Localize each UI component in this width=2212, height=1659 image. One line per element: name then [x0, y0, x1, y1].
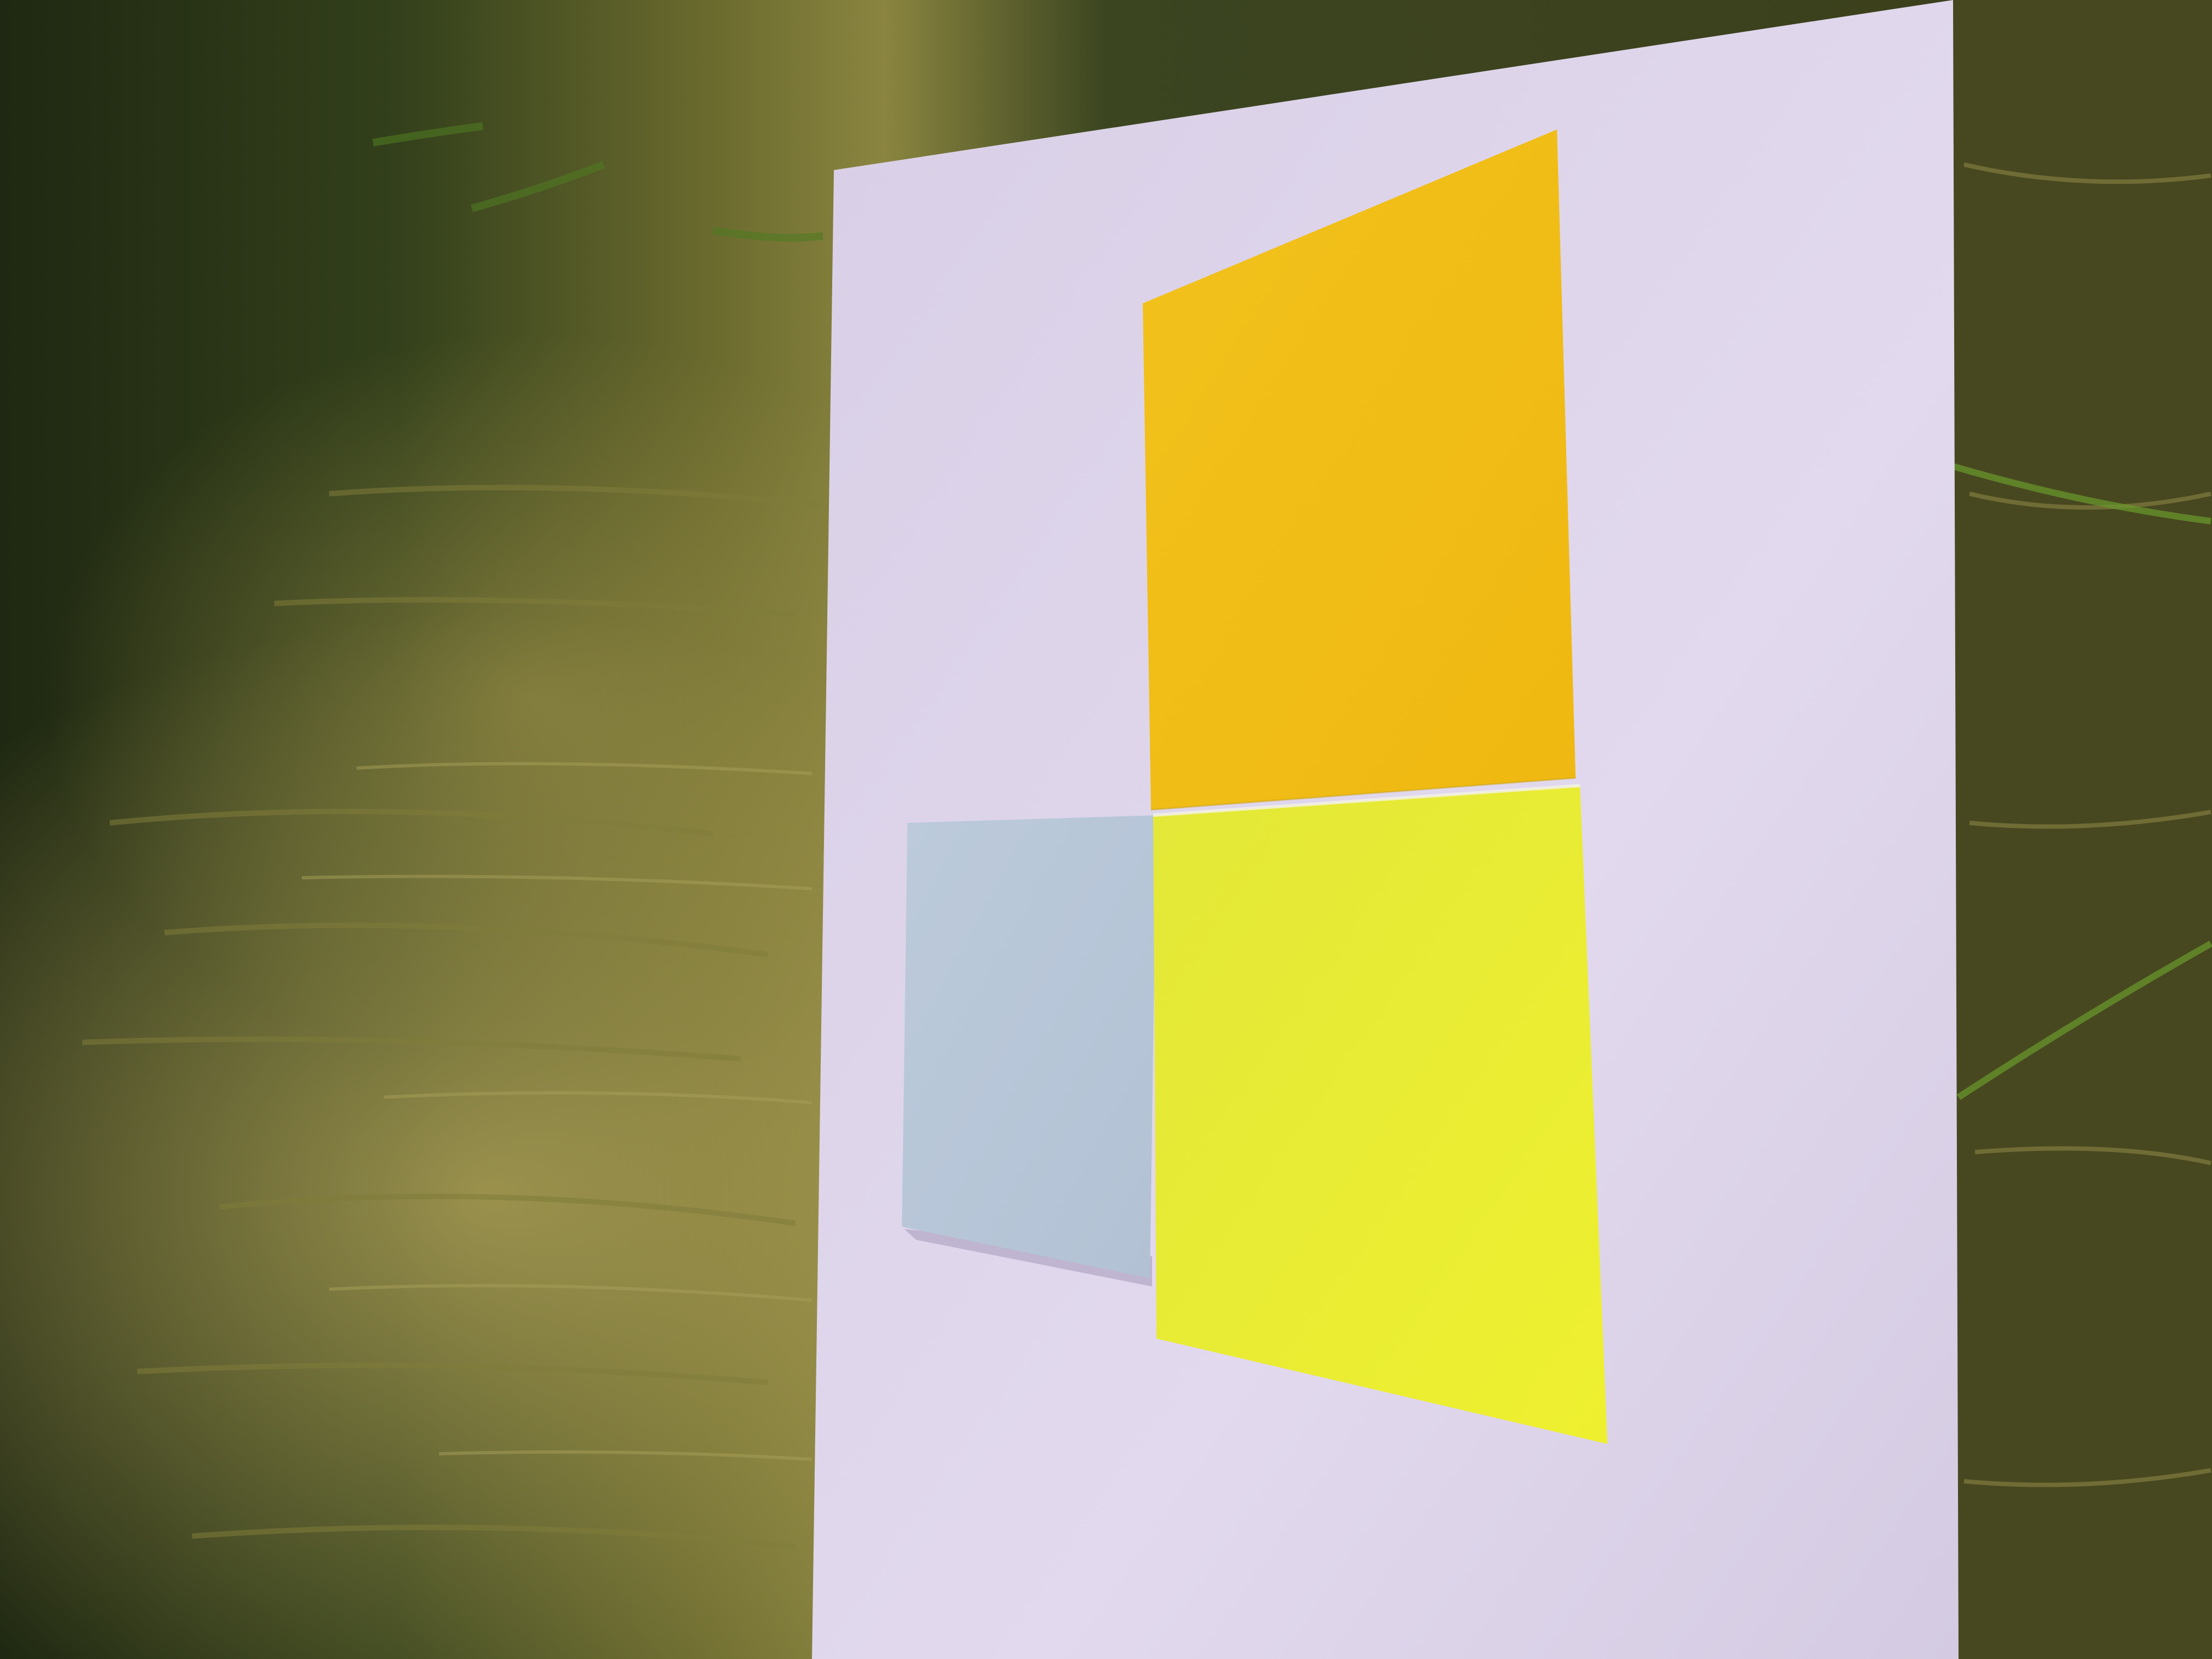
photo-scene	[0, 0, 2212, 1659]
outdoor-photo	[0, 0, 2212, 1659]
light-blue-sticky-note	[902, 815, 1156, 1278]
yellow-sticky-note	[1153, 786, 1607, 1444]
grass-right	[1953, 0, 2212, 1659]
